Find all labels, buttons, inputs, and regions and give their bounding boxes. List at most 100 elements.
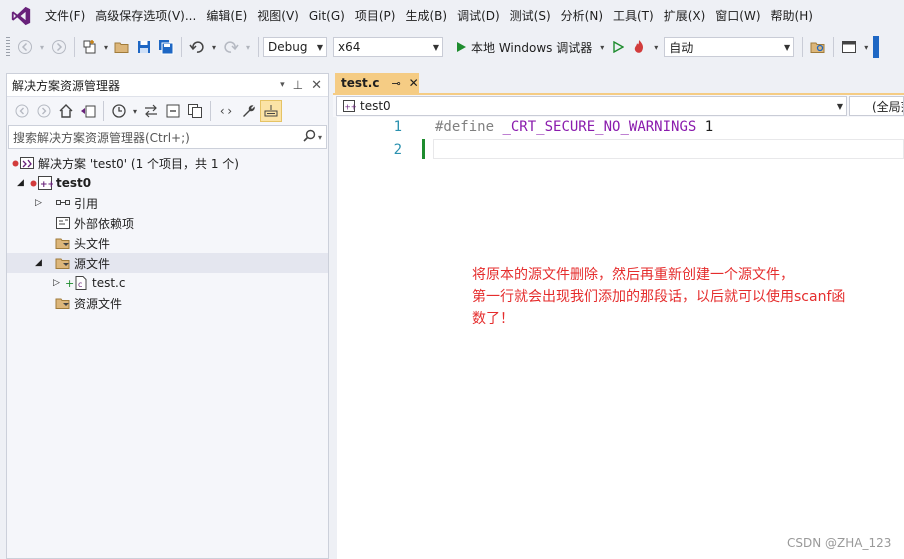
- menu-extensions[interactable]: 扩展(X): [659, 0, 711, 32]
- collapse-all-icon[interactable]: [163, 100, 183, 122]
- tab-pin-icon[interactable]: ⊸: [391, 77, 400, 90]
- forward-icon[interactable]: [34, 100, 54, 122]
- modified-dot-icon: [29, 180, 37, 187]
- menu-debug[interactable]: 调试(D): [452, 0, 505, 32]
- pin-icon[interactable]: ⊥: [293, 78, 303, 92]
- menu-window[interactable]: 窗口(W): [710, 0, 765, 32]
- sync-icon[interactable]: [141, 100, 161, 122]
- search-options-dropdown-icon[interactable]: ▾: [318, 133, 322, 142]
- window-layout-icon[interactable]: [839, 36, 859, 58]
- tree-item-external-dependencies[interactable]: 外部依赖项: [7, 213, 328, 233]
- menu-tools[interactable]: 工具(T): [608, 0, 659, 32]
- tab-close-icon[interactable]: ✕: [409, 76, 419, 90]
- c-file-icon: c: [73, 275, 89, 291]
- solution-explorer-header: 解决方案资源管理器 ▾ ⊥ ✕: [7, 74, 328, 97]
- preview-selected-items-icon[interactable]: [260, 100, 282, 122]
- cpp-project-icon: ++: [341, 98, 357, 114]
- toolbar-separator: [103, 101, 104, 121]
- new-project-icon[interactable]: [80, 36, 100, 58]
- save-icon[interactable]: [134, 36, 154, 58]
- back-icon[interactable]: [12, 100, 32, 122]
- menu-view[interactable]: 视图(V): [252, 0, 304, 32]
- back-icon[interactable]: [15, 36, 35, 58]
- auto-select[interactable]: 自动 ▼: [664, 37, 795, 57]
- chevron-down-icon: ▼: [836, 101, 843, 111]
- tree-item-source-files[interactable]: ◢ 源文件: [7, 253, 328, 273]
- svg-text:c: c: [78, 280, 82, 289]
- menu-project[interactable]: 项目(P): [350, 0, 401, 32]
- configuration-select[interactable]: Debug ▼: [263, 37, 327, 57]
- menu-git[interactable]: Git(G): [304, 0, 350, 32]
- undo-icon[interactable]: [187, 36, 207, 58]
- redo-dropdown-icon[interactable]: ▾: [243, 36, 253, 58]
- preprocessor-directive: #define: [435, 119, 495, 135]
- window-position-dropdown-icon[interactable]: ▾: [280, 80, 285, 90]
- redo-icon[interactable]: [221, 36, 241, 58]
- open-folder-icon[interactable]: [112, 36, 132, 58]
- menu-advanced-save[interactable]: 高级保存选项(V)...: [90, 0, 201, 32]
- tree-item-header-files[interactable]: 头文件: [7, 233, 328, 253]
- home-icon[interactable]: [56, 100, 76, 122]
- watermark: CSDN @ZHA_123: [787, 536, 892, 550]
- menu-file[interactable]: 文件(F): [40, 0, 90, 32]
- change-indicator: [422, 139, 425, 159]
- undo-dropdown-icon[interactable]: ▾: [209, 36, 219, 58]
- search-icon[interactable]: [303, 129, 316, 145]
- search-input[interactable]: 搜索解决方案资源管理器(Ctrl+;): [13, 129, 190, 146]
- show-all-files-icon[interactable]: [185, 100, 205, 122]
- start-debugging-button[interactable]: 本地 Windows 调试器: [452, 36, 595, 58]
- tree-item-resource-files[interactable]: 资源文件: [7, 293, 328, 313]
- expanded-arrow-icon[interactable]: ◢: [17, 178, 29, 188]
- modified-dot-icon: [11, 160, 19, 167]
- platform-select[interactable]: x64 ▼: [333, 37, 443, 57]
- configuration-value: Debug: [268, 40, 308, 54]
- tree-item-solution[interactable]: 解决方案 'test0' (1 个项目，共 1 个): [7, 153, 328, 173]
- solution-icon: [19, 155, 35, 171]
- solution-explorer-search[interactable]: 搜索解决方案资源管理器(Ctrl+;) ▾: [8, 125, 327, 149]
- back-dropdown-icon[interactable]: ▾: [37, 36, 47, 58]
- hot-reload-dropdown-icon[interactable]: ▾: [651, 36, 661, 58]
- tree-item-project[interactable]: ◢ ++ test0: [7, 173, 328, 193]
- forward-icon[interactable]: [49, 36, 69, 58]
- menu-analyze[interactable]: 分析(N): [556, 0, 608, 32]
- project-scope-select[interactable]: ++ test0 ▼: [336, 96, 847, 116]
- tree-item-label: 引用: [74, 196, 99, 211]
- global-scope-select[interactable]: (全局范围): [849, 96, 904, 116]
- tree-item-references[interactable]: ▷ 引用: [7, 193, 328, 213]
- added-plus-icon: +: [65, 276, 75, 290]
- menu-edit[interactable]: 编辑(E): [201, 0, 252, 32]
- close-icon[interactable]: ✕: [311, 78, 322, 93]
- menu-build[interactable]: 生成(B): [400, 0, 452, 32]
- toolbar-separator: [833, 37, 835, 57]
- toolbar-overflow-icon[interactable]: ▾: [861, 36, 871, 58]
- new-dropdown-icon[interactable]: ▾: [102, 36, 110, 58]
- hot-reload-icon[interactable]: [629, 36, 649, 58]
- save-all-icon[interactable]: [156, 36, 176, 58]
- collapsed-arrow-icon[interactable]: ▷: [53, 278, 65, 288]
- tab-test-c[interactable]: test.c ⊸ ✕: [335, 73, 419, 93]
- pending-changes-filter-icon[interactable]: [109, 100, 129, 122]
- macro-value: 1: [704, 119, 714, 135]
- menu-test[interactable]: 测试(S): [505, 0, 556, 32]
- menu-help[interactable]: 帮助(H): [766, 0, 818, 32]
- collapsed-arrow-icon[interactable]: ▷: [35, 198, 47, 208]
- debug-target-dropdown-icon[interactable]: ▾: [597, 36, 607, 58]
- filter-dropdown-icon[interactable]: ▾: [131, 100, 139, 122]
- expanded-arrow-icon[interactable]: ◢: [35, 258, 47, 268]
- tree-item-test-c[interactable]: ▷ + c test.c: [7, 273, 328, 293]
- filter-folder-icon: [55, 255, 71, 271]
- code-line-1[interactable]: #define _CRT_SECURE_NO_WARNINGS 1: [435, 119, 713, 135]
- find-in-files-icon[interactable]: [808, 36, 828, 58]
- toolbar-separator: [181, 37, 182, 57]
- solution-explorer-toolbar: ▾ ‹›: [7, 97, 328, 125]
- external-dependencies-icon: [55, 215, 71, 231]
- code-editor[interactable]: 1 2 #define _CRT_SECURE_NO_WARNINGS 1: [337, 117, 904, 559]
- toolbar-edge-icon[interactable]: [873, 36, 880, 58]
- properties-wrench-icon[interactable]: [238, 100, 258, 122]
- switch-views-icon[interactable]: [78, 100, 98, 122]
- toolbar-grip[interactable]: [6, 37, 10, 57]
- start-without-debugging-icon[interactable]: [609, 36, 627, 58]
- visual-studio-logo-icon[interactable]: [6, 0, 36, 32]
- project-scope-value: test0: [360, 99, 391, 113]
- view-code-icon[interactable]: ‹›: [216, 100, 236, 122]
